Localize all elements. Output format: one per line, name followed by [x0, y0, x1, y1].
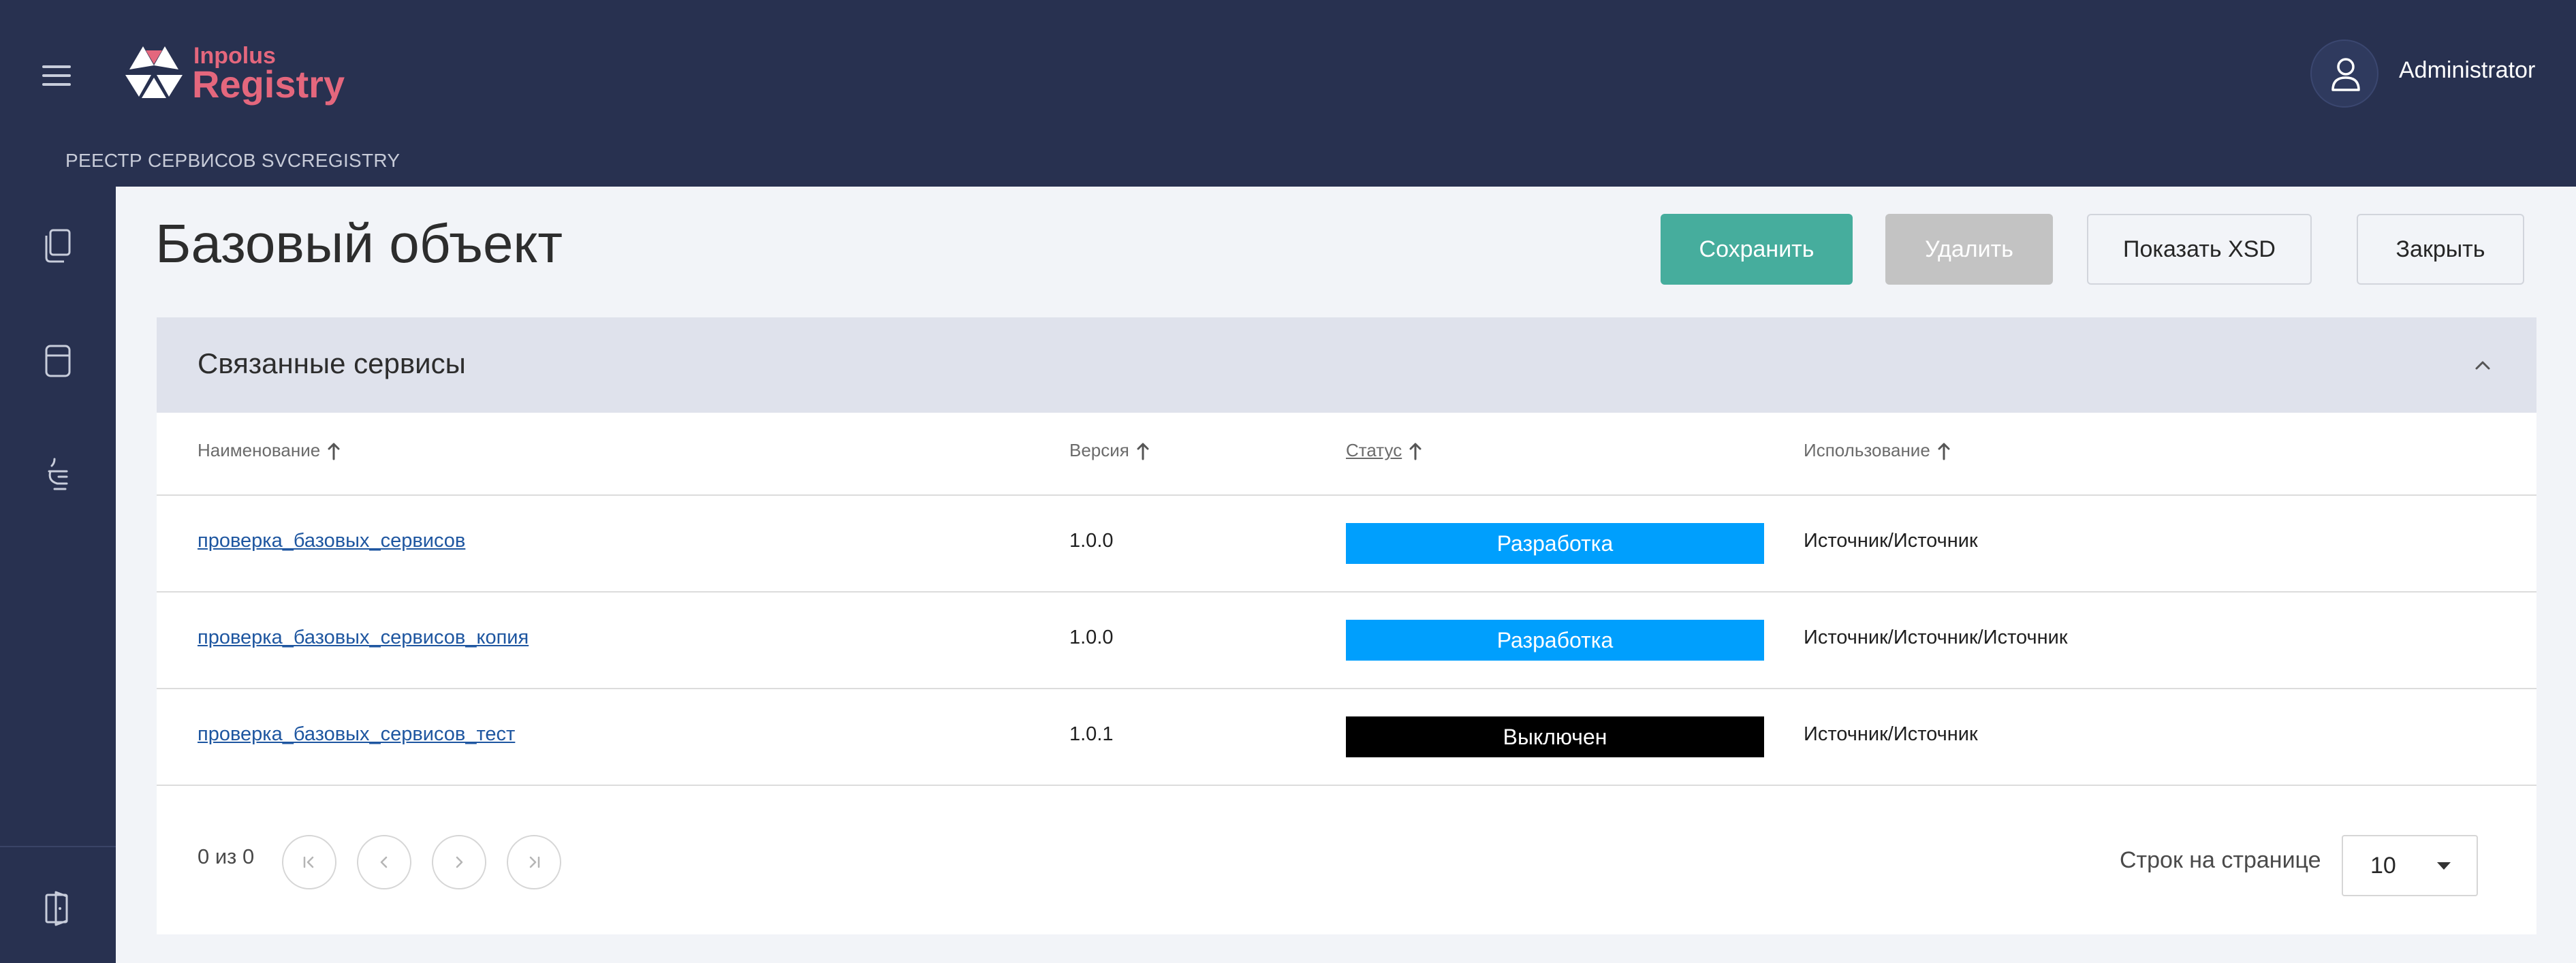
sort-arrow-up-icon[interactable]: [1136, 441, 1150, 460]
row-divider: [157, 591, 2536, 593]
related-services-panel: Связанные сервисы Наименование Версия Ст…: [157, 317, 2536, 934]
avatar[interactable]: [2310, 40, 2378, 108]
service-name-link[interactable]: проверка_базовых_сервисов_копия: [198, 627, 529, 649]
rows-per-page-label: Строк на странице: [2120, 847, 2321, 873]
column-header-label: Использование: [1804, 440, 1930, 460]
status-badge: Разработка: [1346, 620, 1764, 661]
service-version: 1.0.0: [1069, 530, 1114, 552]
close-button[interactable]: Закрыть: [2357, 214, 2524, 285]
sidebar: [0, 187, 116, 963]
breadcrumb[interactable]: РЕЕСТР СЕРВИСОВ SVCREGISTRY: [65, 150, 400, 172]
sidebar-divider: [0, 846, 116, 847]
last-page-icon: [529, 856, 540, 868]
column-header-label: Статус: [1346, 440, 1402, 460]
service-usage: Источник/Источник: [1804, 530, 1978, 552]
chevron-up-icon[interactable]: [2472, 356, 2493, 376]
last-page-button[interactable]: [507, 835, 561, 889]
page-title: Базовый объект: [155, 213, 563, 274]
user-icon: [2331, 58, 2360, 91]
top-header: Inpolus Registry РЕЕСТР СЕРВИСОВ SVCREGI…: [0, 0, 2576, 187]
chevron-left-icon: [380, 856, 388, 868]
sort-arrow-up-icon[interactable]: [327, 441, 341, 460]
rows-per-page-select[interactable]: 10: [2342, 835, 2478, 896]
pagination-range: 0 из 0: [198, 844, 255, 868]
row-divider: [157, 688, 2536, 689]
service-version: 1.0.0: [1069, 627, 1114, 648]
panel-title: Связанные сервисы: [198, 347, 466, 379]
sort-arrow-up-icon[interactable]: [1937, 441, 1951, 460]
first-page-button[interactable]: [282, 835, 336, 889]
sort-arrow-up-icon[interactable]: [1409, 441, 1422, 460]
status-badge: Выключен: [1346, 716, 1764, 757]
logout-icon[interactable]: [42, 889, 74, 926]
panel-header[interactable]: Связанные сервисы: [157, 317, 2536, 413]
first-page-icon: [303, 856, 314, 868]
row-divider: [157, 494, 2536, 496]
menu-icon[interactable]: [42, 65, 71, 86]
caret-down-icon: [2437, 862, 2451, 870]
documents-icon[interactable]: [42, 227, 74, 264]
column-header-name[interactable]: Наименование: [198, 440, 341, 461]
column-header-usage[interactable]: Использование: [1804, 440, 1951, 461]
service-version: 1.0.1: [1069, 723, 1114, 745]
service-icon[interactable]: [42, 456, 74, 493]
next-page-button[interactable]: [432, 835, 486, 889]
show-xsd-button[interactable]: Показать XSD: [2087, 214, 2312, 285]
column-header-version[interactable]: Версия: [1069, 440, 1150, 461]
delete-button[interactable]: Удалить: [1885, 214, 2053, 285]
column-header-label: Наименование: [198, 440, 321, 460]
row-divider: [157, 785, 2536, 786]
save-button[interactable]: Сохранить: [1661, 214, 1853, 285]
brand-name: Registry: [192, 63, 345, 106]
service-usage: Источник/Источник/Источник: [1804, 627, 2068, 648]
logo-icon: [125, 46, 183, 98]
column-header-status[interactable]: Статус: [1346, 440, 1422, 461]
database-icon[interactable]: [42, 342, 74, 379]
previous-page-button[interactable]: [357, 835, 411, 889]
service-name-link[interactable]: проверка_базовых_сервисов_тест: [198, 723, 515, 746]
user-name[interactable]: Administrator: [2399, 57, 2535, 84]
service-name-link[interactable]: проверка_базовых_сервисов: [198, 530, 465, 552]
chevron-right-icon: [456, 856, 463, 868]
rows-per-page-value: 10: [2370, 853, 2396, 879]
status-badge: Разработка: [1346, 523, 1764, 564]
service-usage: Источник/Источник: [1804, 723, 1978, 745]
column-header-label: Версия: [1069, 440, 1129, 460]
